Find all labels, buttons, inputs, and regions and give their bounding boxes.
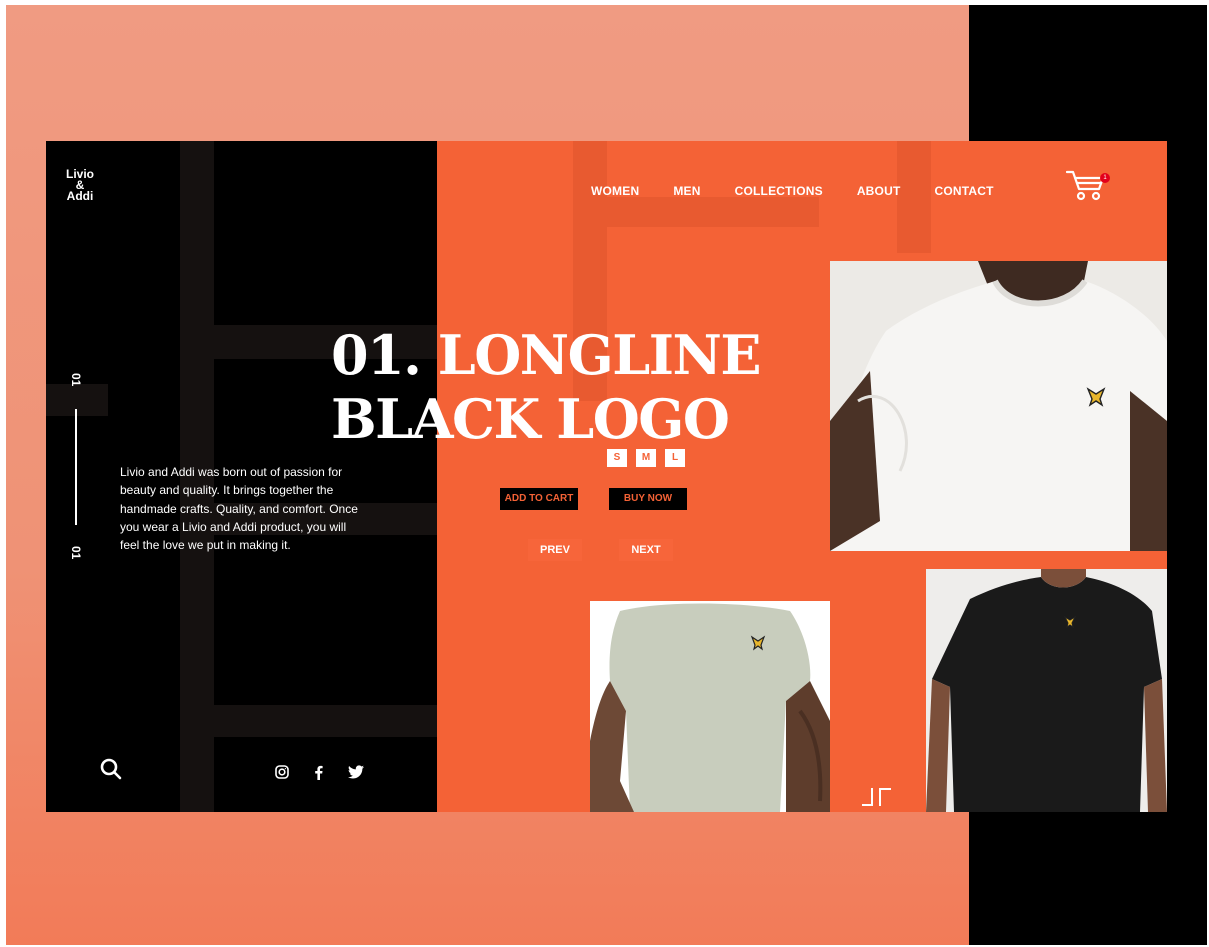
- slide-progress-line: [75, 409, 77, 525]
- product-image-white-tshirt[interactable]: [830, 261, 1167, 551]
- size-s-button[interactable]: S: [607, 449, 627, 467]
- prev-button[interactable]: PREV: [528, 539, 582, 561]
- product-title-line-1: 01. LONGLINE: [331, 323, 761, 387]
- brand-line-3: Addi: [66, 189, 94, 203]
- brand-logo[interactable]: Livio & Addi: [64, 168, 96, 203]
- product-image-sage-tshirt[interactable]: [590, 601, 830, 812]
- facebook-link[interactable]: [314, 765, 323, 785]
- sage-tshirt-photo: [590, 601, 830, 812]
- slide-counter-total: 01: [69, 546, 83, 560]
- brand-description: Livio and Addi was born out of passion f…: [120, 465, 358, 553]
- black-tshirt-photo: [926, 569, 1167, 812]
- corner-brackets-icon: [861, 787, 893, 812]
- size-m-button[interactable]: M: [636, 449, 656, 467]
- white-tshirt-photo: [830, 261, 1167, 551]
- search-icon: [100, 758, 122, 780]
- nav-about[interactable]: ABOUT: [857, 184, 901, 198]
- size-l-button[interactable]: L: [665, 449, 685, 467]
- twitter-link[interactable]: [348, 765, 364, 784]
- product-image-black-tshirt[interactable]: [926, 569, 1167, 812]
- nav-men[interactable]: MEN: [673, 184, 700, 198]
- slide-counter-current: 01: [69, 373, 83, 387]
- nav-women[interactable]: WOMEN: [591, 184, 639, 198]
- landing-page: Livio & Addi WOMEN MEN COLLECTIONS ABOUT…: [46, 141, 1167, 812]
- instagram-link[interactable]: [275, 765, 289, 784]
- buy-now-button[interactable]: BUY NOW: [609, 488, 687, 510]
- cart-button[interactable]: 1: [1065, 169, 1110, 203]
- search-button[interactable]: [100, 758, 122, 785]
- cart-count-badge: 1: [1100, 173, 1110, 183]
- nav-contact[interactable]: CONTACT: [934, 184, 993, 198]
- nav-collections[interactable]: COLLECTIONS: [735, 184, 823, 198]
- product-title: 01. LONGLINE BLACK LOGO: [331, 323, 761, 451]
- instagram-icon: [275, 765, 289, 779]
- twitter-icon: [348, 765, 364, 779]
- size-selector: S M L: [607, 449, 685, 467]
- next-button[interactable]: NEXT: [619, 539, 673, 561]
- product-title-line-2: BLACK LOGO: [331, 387, 730, 451]
- facebook-icon: [315, 765, 323, 780]
- add-to-cart-button[interactable]: ADD TO CART: [500, 488, 578, 510]
- main-nav: WOMEN MEN COLLECTIONS ABOUT CONTACT: [591, 184, 994, 198]
